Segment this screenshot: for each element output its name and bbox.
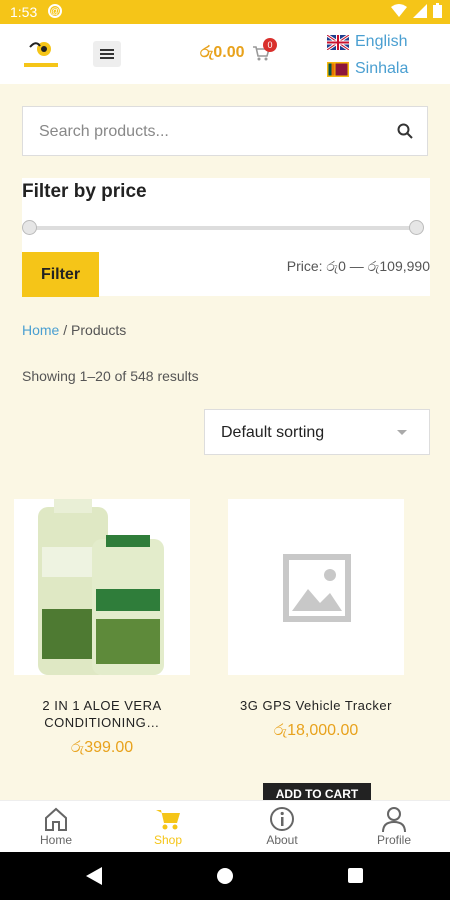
user-icon [382, 807, 406, 833]
uk-flag-icon [327, 34, 349, 50]
search-icon[interactable] [397, 123, 413, 139]
bottom-navigation: Home Shop About Profile [0, 800, 450, 853]
sort-select[interactable]: Default sorting [204, 409, 430, 455]
language-english-link[interactable]: English [327, 33, 407, 51]
language-sinhala-label: Sinhala [355, 60, 409, 77]
image-placeholder-icon [283, 554, 351, 622]
product-card[interactable]: 2 IN 1 ALOE VERA CONDITIONING… රු399.00 [14, 499, 190, 757]
sort-selected-value: Default sorting [221, 424, 325, 441]
sri-lanka-flag-icon [327, 61, 349, 77]
nav-home[interactable]: Home [0, 801, 112, 853]
product-card[interactable]: 3G GPS Vehicle Tracker රු18,000.00 [228, 499, 404, 740]
battery-icon [433, 3, 442, 18]
nav-profile[interactable]: Profile [338, 801, 450, 853]
product-search-box[interactable]: Search products... [22, 106, 428, 156]
cart-total[interactable]: රු0.00 [200, 44, 245, 62]
product-image-placeholder[interactable] [228, 499, 404, 675]
app-header: රු0.00 0 English Sinhala [0, 24, 450, 84]
recents-icon[interactable] [348, 868, 363, 883]
nav-profile-label: Profile [376, 833, 411, 847]
status-bar: 1:53 @ [0, 0, 450, 24]
cart-count-badge: 0 [263, 38, 277, 52]
info-icon [270, 807, 294, 831]
filter-button[interactable]: Filter [22, 252, 99, 297]
product-name[interactable]: 3G GPS Vehicle Tracker [228, 697, 404, 714]
home-icon [45, 807, 67, 831]
product-name[interactable]: 2 IN 1 ALOE VERA CONDITIONING… [14, 697, 190, 731]
product-price: රු399.00 [70, 739, 134, 756]
language-sinhala-link[interactable]: Sinhala [327, 60, 408, 78]
nav-about-label: About [266, 833, 298, 847]
chevron-down-icon [397, 430, 407, 435]
site-logo[interactable] [22, 38, 60, 70]
price-slider-track[interactable] [30, 226, 418, 230]
back-icon[interactable] [86, 867, 102, 885]
home-circle-icon[interactable] [217, 868, 233, 884]
notification-icon: @ [48, 4, 62, 18]
results-count: Showing 1–20 of 548 results [22, 368, 199, 384]
search-input[interactable]: Search products... [39, 123, 169, 141]
product-price: රු18,000.00 [273, 722, 359, 739]
breadcrumb-separator: / [59, 322, 72, 338]
price-slider-min-handle[interactable] [22, 220, 37, 235]
price-filter-widget: Filter by price Filter Price: රු0 — රු10… [22, 178, 430, 297]
hamburger-menu-button[interactable] [93, 41, 121, 67]
system-icons [391, 3, 442, 18]
system-navigation-bar [0, 852, 450, 900]
wifi-icon [391, 3, 407, 17]
filter-title: Filter by price [22, 181, 147, 202]
product-image[interactable] [14, 499, 190, 675]
nav-shop[interactable]: Shop [112, 801, 224, 853]
nav-home-label: Home [39, 833, 72, 847]
status-time: 1:53 [10, 4, 38, 20]
price-slider-max-handle[interactable] [409, 220, 424, 235]
aloe-vera-bottles-image [38, 499, 164, 675]
nav-shop-label: Shop [153, 833, 183, 847]
price-range-label: Price: රු0 — රු109,990 [286, 258, 430, 274]
breadcrumb-current: Products [71, 322, 127, 338]
breadcrumb-home-link[interactable]: Home [22, 322, 59, 338]
language-english-label: English [355, 33, 408, 50]
signal-icon [413, 3, 427, 18]
breadcrumb: Home / Products [22, 322, 126, 338]
nav-about[interactable]: About [226, 801, 338, 853]
cart-icon [156, 810, 180, 830]
